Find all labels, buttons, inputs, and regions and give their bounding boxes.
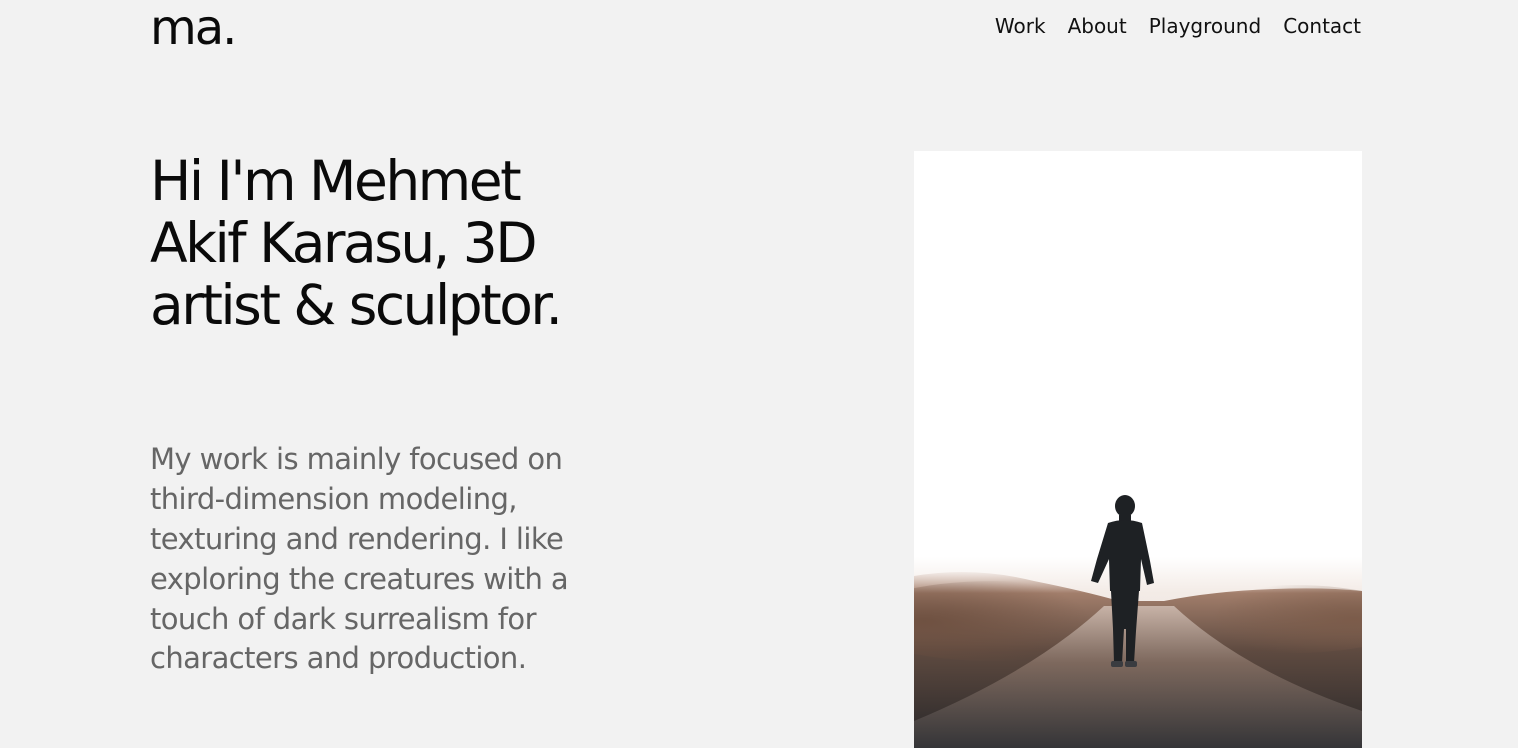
hero-photo [914,151,1362,748]
hero-photo-illustration [914,151,1362,748]
main-nav: Work About Playground Contact [995,14,1361,38]
nav-link-playground[interactable]: Playground [1149,14,1261,38]
nav-link-about[interactable]: About [1068,14,1127,38]
site-logo[interactable]: ma. [150,4,237,52]
nav-link-contact[interactable]: Contact [1283,14,1361,38]
hero-headline: Hi I'm Mehmet Akif Karasu, 3D artist & s… [150,149,563,338]
portfolio-page: ma. Work About Playground Contact Hi I'm… [0,0,1518,748]
nav-link-work[interactable]: Work [995,14,1046,38]
hero-bio: My work is mainly focused on third-dimen… [150,442,569,676]
